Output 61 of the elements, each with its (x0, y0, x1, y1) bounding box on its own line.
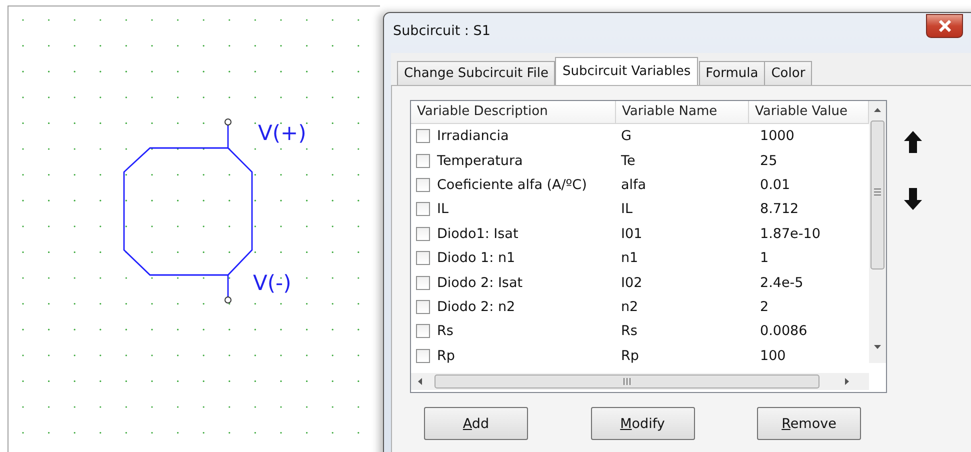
table-cell: I02 (621, 274, 642, 291)
table-cell: Rs (437, 323, 454, 340)
column-header[interactable]: Variable Description (411, 101, 616, 123)
table-cell: alfa (621, 176, 646, 193)
table-cell: 1 (760, 250, 769, 266)
tab[interactable]: Subcircuit Variables (555, 57, 698, 85)
table-cell: Rp (621, 348, 639, 364)
table-cell: I01 (621, 226, 642, 242)
vertical-scrollbar[interactable] (869, 101, 886, 363)
window-title: Subcircuit : S1 (393, 23, 490, 39)
table-cell: 2.4e-5 (760, 274, 804, 291)
action-button[interactable]: Modify (590, 407, 694, 440)
table-cell: 100 (760, 348, 786, 364)
table-cell: n1 (621, 250, 638, 266)
table-cell: 8.712 (760, 201, 799, 218)
down-arrow-icon[interactable] (903, 187, 923, 211)
table-cell: 2 (760, 298, 769, 315)
checkbox[interactable] (416, 202, 430, 216)
table-cell: 1000 (760, 128, 794, 144)
pin-terminal-icon[interactable] (224, 118, 232, 126)
table-cell: Diodo 1: n1 (437, 250, 516, 266)
table-cell: Temperatura (437, 152, 523, 169)
up-arrow-icon[interactable] (903, 130, 923, 154)
checkbox[interactable] (416, 178, 430, 192)
checkbox[interactable] (416, 226, 430, 241)
pin-terminal-icon[interactable] (224, 296, 232, 304)
close-button[interactable] (926, 14, 963, 38)
close-icon (938, 20, 952, 32)
tab[interactable]: Change Subcircuit File (397, 61, 556, 85)
tab[interactable]: Formula (698, 61, 766, 85)
table-cell: IL (437, 201, 449, 218)
table-cell: Te (621, 152, 636, 169)
table-cell: 25 (760, 152, 778, 169)
table-cell: 0.01 (760, 176, 790, 193)
table-cell: Diodo 2: Isat (437, 274, 523, 291)
table-cell: IL (621, 201, 633, 218)
checkbox[interactable] (416, 300, 430, 314)
checkbox[interactable] (416, 251, 430, 266)
action-button[interactable]: Add (424, 407, 528, 440)
pin-label: V(+) (258, 121, 306, 145)
tab[interactable]: Color (764, 61, 812, 85)
table-cell: Rp (437, 348, 455, 364)
checkbox[interactable] (416, 276, 430, 290)
action-button[interactable]: Remove (757, 407, 861, 440)
checkbox[interactable] (416, 348, 430, 363)
table-cell: 0.0086 (760, 323, 808, 340)
table-cell: Diodo1: Isat (437, 226, 518, 242)
table-cell: n2 (621, 298, 638, 315)
table-cell: Irradiancia (437, 128, 509, 144)
horizontal-scrollbar[interactable] (411, 373, 869, 390)
table-cell: Rs (621, 323, 638, 340)
pin-label: V(-) (253, 271, 292, 295)
table-cell: Diodo 2: n2 (437, 298, 516, 315)
column-header[interactable]: Variable Name (616, 101, 749, 123)
checkbox[interactable] (416, 129, 430, 144)
checkbox[interactable] (416, 154, 430, 168)
table-cell: G (621, 128, 632, 144)
column-header[interactable]: Variable Value (749, 101, 869, 123)
checkbox[interactable] (416, 324, 430, 338)
table-cell: 1.87e-10 (760, 226, 820, 242)
table-cell: Coeficiente alfa (A/ºC) (437, 176, 587, 193)
